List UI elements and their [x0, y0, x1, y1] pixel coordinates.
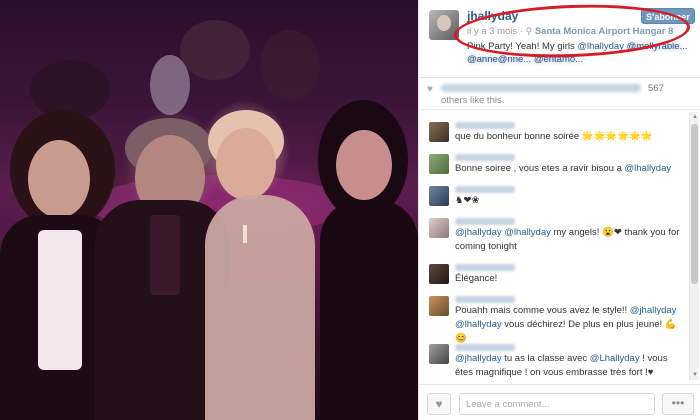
commenter-name-blurred[interactable]: [455, 154, 515, 161]
mention-link[interactable]: @jhallyday: [630, 305, 677, 316]
comment-text-part: Pouahh mais comme vous avez le style!!: [455, 305, 630, 316]
commenter-name-blurred[interactable]: [455, 344, 515, 351]
mention-link[interactable]: @jhallyday: [455, 353, 502, 364]
avatar[interactable]: [429, 344, 449, 364]
likes-text: others like this.: [441, 95, 505, 106]
heart-icon: ♥: [427, 84, 433, 95]
comment-text: que du bonheur bonne soirée 🌟🌟🌟🌟🌟🌟: [455, 131, 653, 142]
avatar[interactable]: [429, 218, 449, 238]
comments-scrollbar[interactable]: ▲ ▼: [689, 112, 699, 380]
avatar[interactable]: [429, 264, 449, 284]
caption-mention-blurred[interactable]: @mollyrable...: [627, 41, 688, 52]
location-link[interactable]: Santa Monica Airport Hangar 8: [535, 26, 673, 37]
comment-input[interactable]: [459, 393, 655, 415]
comment-text: @jhallyday tu as la classe avec @Lhallyd…: [455, 352, 685, 380]
comments-list[interactable]: que du bonheur bonne soirée 🌟🌟🌟🌟🌟🌟 Bonne…: [419, 112, 689, 380]
commenter-name-blurred[interactable]: [455, 186, 515, 193]
likers-list-blurred[interactable]: [441, 84, 641, 93]
commenter-name-blurred[interactable]: [455, 264, 515, 271]
scroll-up-arrow-icon[interactable]: ▲: [691, 113, 699, 121]
comment-text-part: tu as la classe avec: [501, 353, 590, 364]
like-button[interactable]: ♥: [427, 393, 451, 415]
caption-mention[interactable]: @lhallyday: [577, 41, 624, 52]
heart-icon: ♥: [435, 397, 443, 411]
avatar[interactable]: [429, 154, 449, 174]
post-header: jhallyday il y a 3 mois · ⚲ Santa Monica…: [419, 0, 700, 78]
mention-link[interactable]: @lhallyday: [504, 227, 551, 238]
crowd-figure: [260, 30, 320, 100]
comment-text: Élégance!: [455, 273, 498, 284]
comment-text: ♞❤❀: [455, 195, 480, 206]
comment-text: Bonne soiree , vous etes a ravir bisou a…: [455, 162, 685, 176]
crowd-figure: [180, 20, 250, 80]
comment-text: Pouahh mais comme vous avez le style!! @…: [455, 304, 685, 346]
like-count[interactable]: 567: [648, 83, 664, 94]
avatar[interactable]: [429, 186, 449, 206]
comment-text-part: Bonne soiree , vous etes a ravir bisou a: [455, 163, 625, 174]
more-options-button[interactable]: •••: [662, 393, 694, 415]
post-meta: il y a 3 mois · ⚲ Santa Monica Airport H…: [467, 26, 673, 37]
likes-section: ♥ 567 others like this.: [419, 80, 700, 110]
post-caption: Pink Party! Yeah! My girls @lhallyday @m…: [467, 40, 695, 66]
post-details-panel: jhallyday il y a 3 mois · ⚲ Santa Monica…: [418, 0, 700, 420]
caption-text: Pink Party! Yeah! My girls: [467, 41, 578, 52]
follow-button[interactable]: S'abonner: [641, 8, 695, 24]
mention-link[interactable]: @lhallyday: [625, 163, 672, 174]
scroll-thumb[interactable]: [691, 124, 698, 284]
mention-link[interactable]: @jhallyday: [455, 227, 502, 238]
commenter-name-blurred[interactable]: [455, 296, 515, 303]
comment-footer: ♥ •••: [419, 384, 700, 420]
location-pin-icon: ⚲: [525, 26, 533, 36]
avatar[interactable]: [429, 296, 449, 316]
commenter-name-blurred[interactable]: [455, 122, 515, 129]
commenter-name-blurred[interactable]: [455, 218, 515, 225]
username-link[interactable]: jhallyday: [467, 9, 518, 23]
avatar[interactable]: [429, 122, 449, 142]
comment-text: @jhallyday @lhallyday my angels! 😮❤ than…: [455, 226, 685, 254]
mention-link[interactable]: @lhallyday: [455, 319, 502, 330]
time-ago: il y a 3 mois: [467, 26, 518, 37]
scroll-down-arrow-icon[interactable]: ▼: [691, 371, 699, 379]
avatar[interactable]: [429, 10, 459, 40]
caption-mentions-blurred[interactable]: @anne@nne... @entamo...: [467, 54, 583, 65]
crowd-figure: [150, 55, 190, 115]
post-photo[interactable]: [0, 0, 418, 420]
mention-link[interactable]: @Lhallyday: [590, 353, 640, 364]
